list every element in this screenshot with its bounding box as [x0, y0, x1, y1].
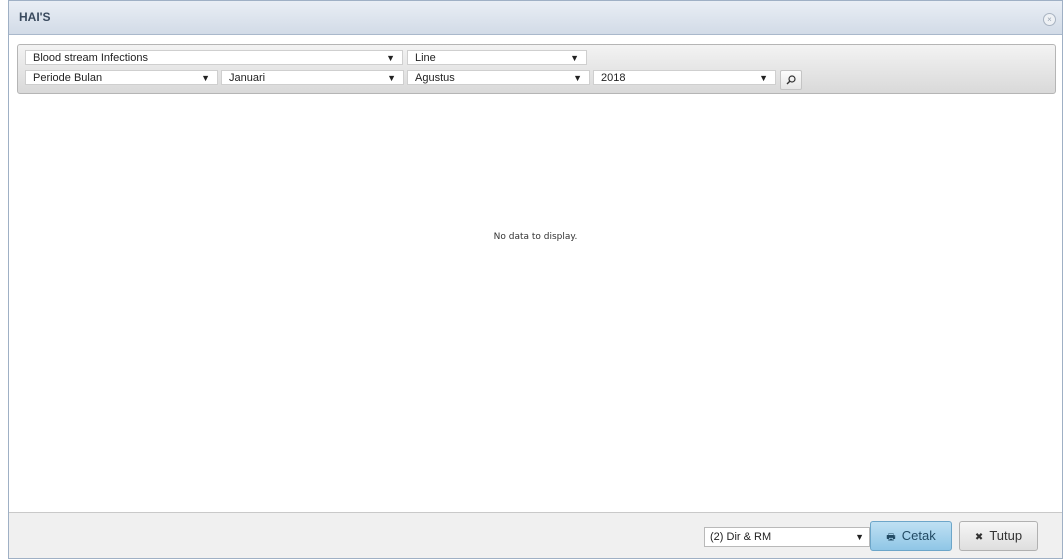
chevron-down-icon: ▼	[387, 73, 396, 83]
infection-type-select[interactable]: Blood stream Infections ▼	[25, 50, 403, 65]
chevron-down-icon: ▼	[573, 73, 582, 83]
print-button-label: Cetak	[901, 528, 936, 543]
month-from-value: Januari	[229, 72, 266, 84]
chevron-down-icon: ▼	[759, 73, 768, 83]
title-bar: HAI'S ×	[9, 1, 1062, 35]
hais-dialog: HAI'S × Blood stream Infections ▼ Line ▼…	[8, 0, 1063, 559]
dialog-title: HAI'S	[19, 10, 51, 24]
print-option-value: (2) Dir & RM	[710, 531, 772, 543]
month-to-select[interactable]: Agustus ▼	[407, 70, 590, 85]
chevron-down-icon: ▼	[386, 53, 395, 63]
chevron-down-icon: ▼	[855, 532, 864, 542]
print-option-select[interactable]: (2) Dir & RM ▼	[704, 527, 870, 547]
print-button[interactable]: 🖶 Cetak	[870, 521, 952, 551]
chart-area: No data to display.	[9, 104, 1062, 514]
period-type-value: Periode Bulan	[33, 72, 103, 84]
search-icon	[786, 75, 796, 85]
chart-type-value: Line	[415, 52, 436, 64]
chart-type-select[interactable]: Line ▼	[407, 50, 587, 65]
period-type-select[interactable]: Periode Bulan ▼	[25, 70, 218, 85]
infection-type-value: Blood stream Infections	[33, 52, 148, 64]
close-icon[interactable]: ×	[1043, 13, 1056, 26]
year-select[interactable]: 2018 ▼	[593, 70, 776, 85]
close-icon: ✖	[974, 532, 984, 543]
dialog-footer: (2) Dir & RM ▼ 🖶 Cetak ✖ Tutup	[9, 512, 1062, 558]
month-to-value: Agustus	[415, 72, 455, 84]
chevron-down-icon: ▼	[570, 53, 579, 63]
filter-toolbar: Blood stream Infections ▼ Line ▼ Periode…	[17, 44, 1056, 94]
printer-icon: 🖶	[886, 532, 896, 543]
chevron-down-icon: ▼	[201, 73, 210, 83]
month-from-select[interactable]: Januari ▼	[221, 70, 404, 85]
close-button[interactable]: ✖ Tutup	[959, 521, 1038, 551]
year-value: 2018	[601, 72, 626, 84]
empty-message: No data to display.	[493, 232, 578, 242]
close-button-label: Tutup	[989, 528, 1023, 543]
search-button[interactable]	[780, 70, 802, 90]
